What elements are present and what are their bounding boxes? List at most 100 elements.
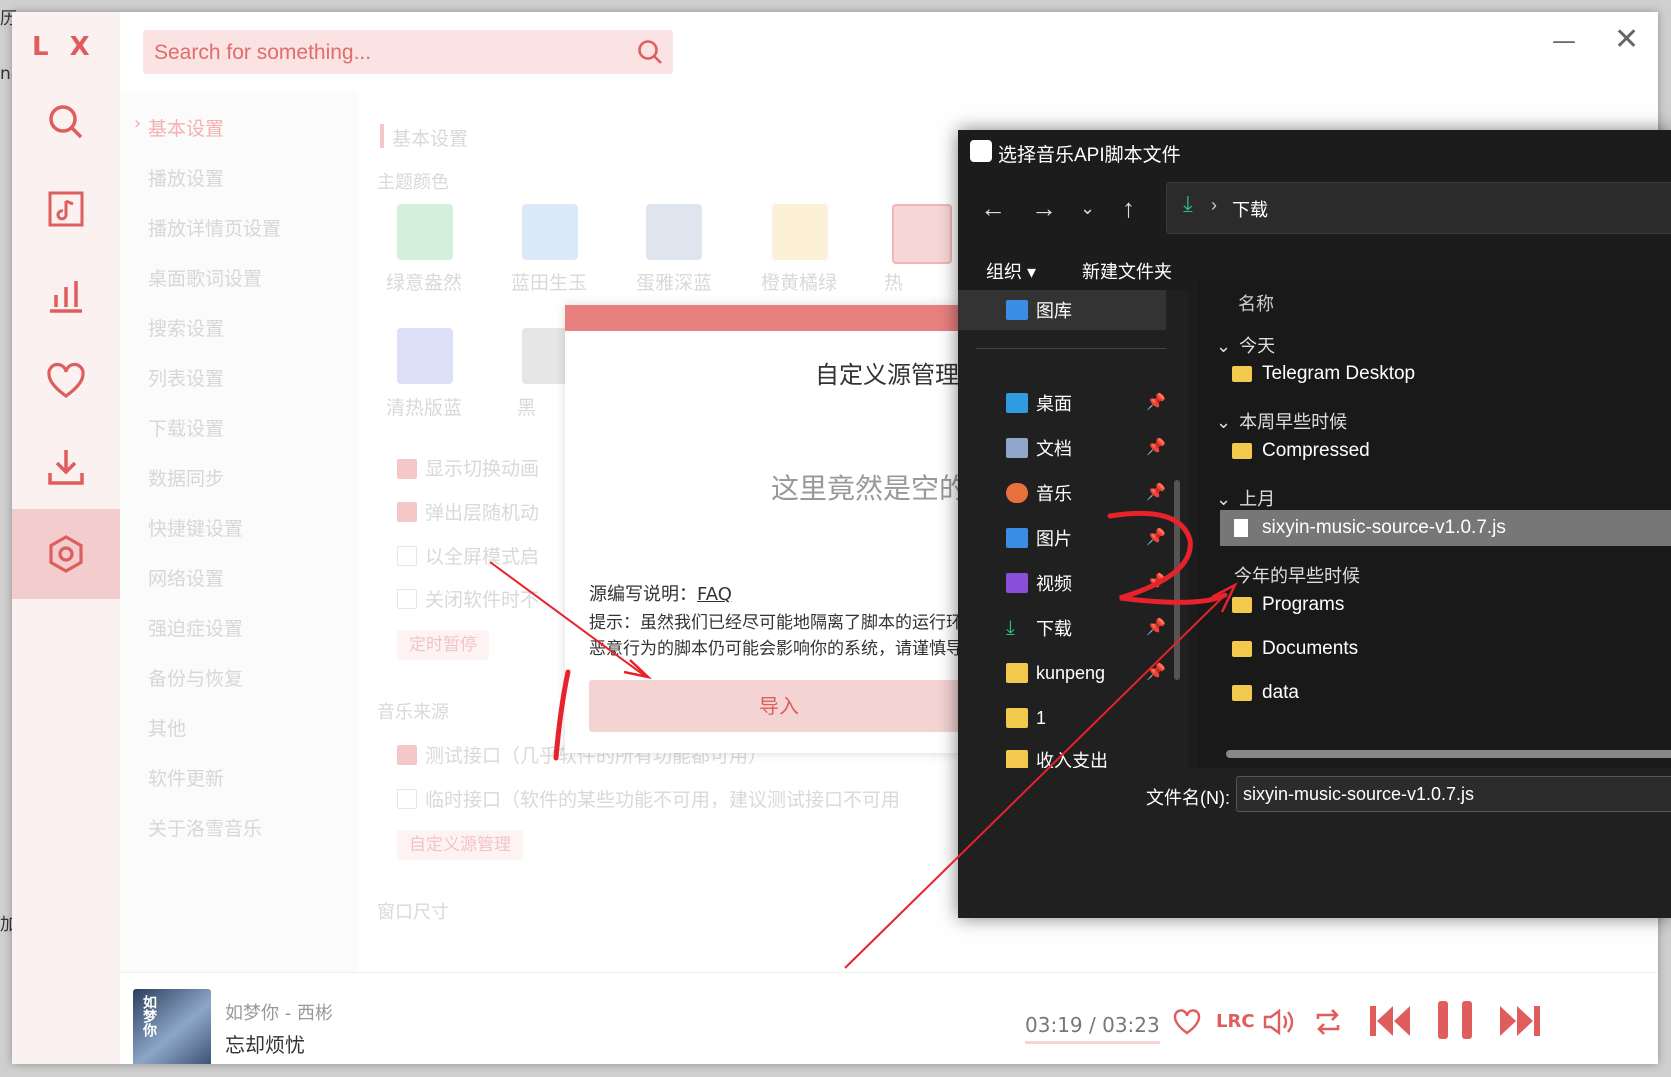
pin-icon[interactable]: 📌	[1146, 437, 1166, 457]
theme-swatch[interactable]	[772, 204, 828, 260]
volume-icon[interactable]	[1262, 1007, 1296, 1037]
settings-nav-item[interactable]: 备份与恢复	[148, 664, 243, 691]
up-arrow-icon[interactable]: ↑	[1122, 193, 1135, 224]
checkbox[interactable]	[397, 589, 417, 609]
theme-swatch[interactable]	[892, 204, 952, 264]
settings-nav-item[interactable]: 播放详情页设置	[148, 214, 281, 241]
pin-icon[interactable]: 📌	[1146, 527, 1166, 547]
comment-heart-icon[interactable]	[1172, 1007, 1202, 1037]
column-header-name[interactable]: 名称	[1238, 290, 1274, 316]
back-arrow-icon[interactable]: ←	[980, 193, 1006, 224]
nav-settings[interactable]	[12, 509, 120, 599]
search-icon[interactable]	[635, 37, 665, 67]
import-button[interactable]: 导入	[589, 680, 969, 732]
cover-text: 如梦你	[141, 995, 157, 1037]
sidebar-label: 图库	[1036, 301, 1072, 321]
search-bar	[143, 30, 673, 76]
file-row[interactable]: data	[1220, 675, 1671, 711]
pin-icon[interactable]: 📌	[1146, 392, 1166, 412]
new-folder-button[interactable]: 新建文件夹	[1082, 258, 1172, 284]
sidebar-scrollbar[interactable]	[1174, 480, 1180, 680]
pin-icon[interactable]: 📌	[1146, 572, 1166, 592]
file-row-selected[interactable]: sixyin-music-source-v1.0.7.js	[1220, 510, 1671, 546]
previous-icon[interactable]	[1368, 1003, 1412, 1039]
checkbox-label: 关闭软件时不	[425, 589, 540, 611]
folder-icon	[1006, 708, 1028, 728]
nav-download[interactable]	[12, 422, 120, 512]
close-button[interactable]: ✕	[1614, 22, 1639, 57]
theme-name: 蛋雅深蓝	[636, 272, 713, 294]
settings-nav-item[interactable]: 下载设置	[148, 414, 224, 441]
theme-swatch[interactable]	[522, 204, 578, 260]
settings-nav-item[interactable]: 强迫症设置	[148, 614, 243, 641]
nav-song-list[interactable]	[12, 164, 120, 254]
nav-leaderboard[interactable]	[12, 250, 120, 340]
minimize-button[interactable]: —	[1552, 27, 1576, 55]
file-row[interactable]: Compressed	[1220, 433, 1671, 469]
sidebar-item-gallery[interactable]: 图库	[958, 290, 1166, 330]
settings-nav-item[interactable]: 播放设置	[148, 164, 224, 191]
pin-icon[interactable]: 📌	[1146, 662, 1166, 682]
timer-pause-button[interactable]: 定时暂停	[397, 630, 489, 660]
next-icon[interactable]	[1498, 1003, 1542, 1039]
group-header[interactable]: ⌄ 今天	[1216, 332, 1275, 358]
faq-link[interactable]: FAQ	[697, 584, 732, 605]
sidebar-item-1[interactable]: 1	[1006, 698, 1186, 738]
organize-menu[interactable]: 组织 ▾	[986, 258, 1036, 284]
custom-source-button[interactable]: 自定义源管理	[397, 830, 523, 860]
settings-nav-item[interactable]: 关于洛雪音乐	[148, 814, 262, 841]
checkbox[interactable]	[397, 459, 417, 479]
theme-swatch[interactable]	[397, 328, 453, 384]
file-row[interactable]: Documents	[1220, 631, 1671, 667]
checkbox[interactable]	[397, 546, 417, 566]
folder-icon	[1232, 443, 1252, 459]
nav-favorites[interactable]	[12, 336, 120, 426]
checkbox[interactable]	[397, 502, 417, 522]
settings-nav: › 基本设置 播放设置 播放详情页设置 桌面歌词设置 搜索设置 列表设置 下载设…	[120, 92, 358, 972]
repeat-icon[interactable]	[1313, 1007, 1343, 1037]
lyric-button[interactable]: LRC	[1216, 1011, 1255, 1032]
time-separator: /	[1089, 1013, 1096, 1037]
group-header[interactable]: ⌄ 上月	[1216, 485, 1275, 511]
theme-swatch[interactable]	[397, 204, 453, 260]
horizontal-scrollbar[interactable]	[1226, 750, 1671, 758]
settings-nav-item[interactable]: 列表设置	[148, 364, 224, 391]
settings-nav-item[interactable]: 基本设置	[148, 114, 224, 141]
pin-icon[interactable]: 📌	[1146, 482, 1166, 502]
pause-icon[interactable]	[1436, 999, 1474, 1041]
settings-nav-item[interactable]: 其他	[148, 714, 186, 741]
folder-icon	[1006, 750, 1028, 770]
heart-icon	[47, 362, 85, 398]
address-bar[interactable]: ⤓ › 下载	[1166, 182, 1671, 234]
group-header[interactable]: ⌄ 本周早些时候	[1216, 408, 1347, 434]
sidebar-label: 1	[1036, 707, 1047, 728]
settings-nav-item[interactable]: 网络设置	[148, 564, 224, 591]
file-row[interactable]: Programs	[1220, 587, 1671, 623]
checkbox-label: 显示切换动画	[425, 458, 540, 480]
forward-arrow-icon[interactable]: →	[1031, 193, 1057, 224]
breadcrumb-separator: ›	[1211, 195, 1217, 215]
chart-icon	[50, 281, 82, 313]
settings-nav-item[interactable]: 数据同步	[148, 464, 224, 491]
settings-nav-item[interactable]: 桌面歌词设置	[148, 264, 262, 291]
search-input[interactable]	[152, 30, 616, 76]
sidebar-label: 音乐	[1036, 484, 1072, 504]
videos-icon	[1006, 573, 1028, 593]
radio[interactable]	[397, 789, 417, 809]
chevron-down-icon[interactable]: ⌄	[1080, 198, 1095, 219]
group-header[interactable]: 今年的早些时候	[1234, 562, 1360, 588]
theme-name: 绿意盎然	[386, 272, 463, 294]
app-logo: L X	[32, 32, 96, 62]
nav-search[interactable]	[12, 77, 120, 167]
theme-swatch[interactable]	[646, 204, 702, 260]
app-icon	[970, 140, 992, 162]
settings-nav-item[interactable]: 搜索设置	[148, 314, 224, 341]
filename-input[interactable]	[1236, 776, 1671, 812]
settings-nav-item[interactable]: 快捷键设置	[148, 514, 243, 541]
album-cover[interactable]: 如梦你	[133, 989, 211, 1064]
file-row[interactable]: Telegram Desktop	[1220, 356, 1671, 392]
pin-icon[interactable]: 📌	[1146, 617, 1166, 637]
radio[interactable]	[397, 745, 417, 765]
sidebar-label: 下载	[1036, 619, 1072, 639]
settings-nav-item[interactable]: 软件更新	[148, 764, 224, 791]
